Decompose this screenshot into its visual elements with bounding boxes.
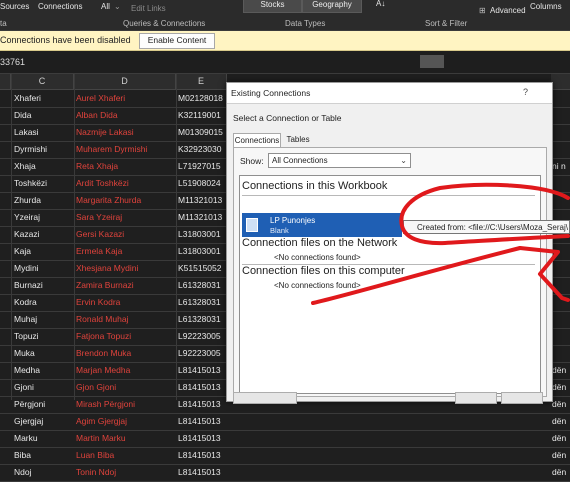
cell-surname[interactable]: Ndoj	[14, 467, 72, 477]
cell-overflow[interactable]: dën	[552, 416, 570, 426]
cell-surname[interactable]: Gjergjaj	[14, 416, 72, 426]
annotation-overlay	[311, 182, 570, 305]
annotation-arrow	[311, 246, 522, 305]
cell-full-name[interactable]: Mirash Përgjoni	[76, 399, 172, 409]
cell-id[interactable]: L81415013	[178, 467, 226, 477]
table-row[interactable]: Ndoj Tonin Ndoj L81415013 dën	[0, 464, 570, 482]
cell-overflow[interactable]: dën	[552, 467, 570, 477]
cell-id[interactable]: L81415013	[178, 433, 226, 443]
cell-id[interactable]: L81415013	[178, 399, 226, 409]
cell-overflow[interactable]: dën	[552, 450, 570, 460]
cell-full-name[interactable]: Luan Biba	[76, 450, 172, 460]
table-row[interactable]: Gjergjaj Agim Gjergjaj L81415013 dën	[0, 413, 570, 431]
cell-id[interactable]: L81415013	[178, 416, 226, 426]
cell-full-name[interactable]: Martin Marku	[76, 433, 172, 443]
cell-surname[interactable]: Përgjoni	[14, 399, 72, 409]
annotation-arrow-head	[518, 246, 570, 302]
cell-full-name[interactable]: Tonin Ndoj	[76, 467, 172, 477]
cell-overflow[interactable]: dën	[552, 433, 570, 443]
annotation-circle	[399, 182, 570, 246]
cell-overflow[interactable]: dën	[552, 399, 570, 409]
table-row[interactable]: Biba Luan Biba L81415013 dën	[0, 447, 570, 465]
cell-full-name[interactable]: Agim Gjergjaj	[76, 416, 172, 426]
table-row[interactable]: Marku Martin Marku L81415013 dën	[0, 430, 570, 448]
cell-surname[interactable]: Biba	[14, 450, 72, 460]
cell-id[interactable]: L81415013	[178, 450, 226, 460]
cell-surname[interactable]: Marku	[14, 433, 72, 443]
